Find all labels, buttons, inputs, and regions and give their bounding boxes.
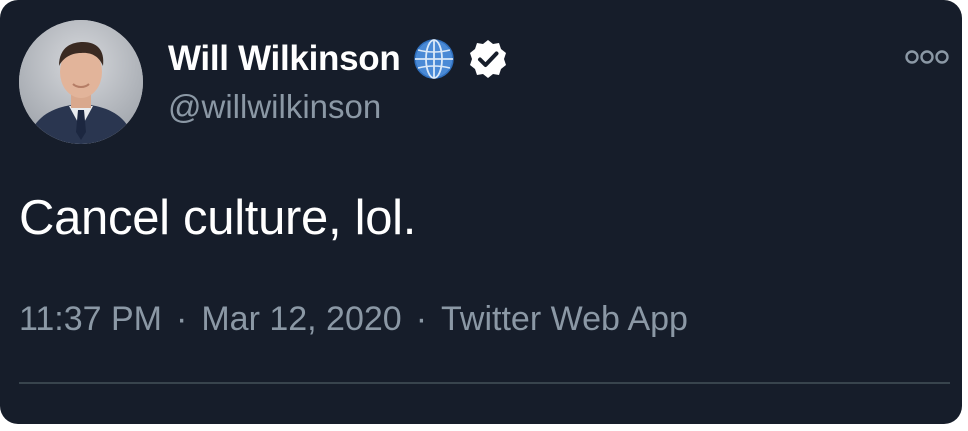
avatar-image: [19, 20, 143, 144]
globe-icon: [412, 37, 456, 81]
verified-icon: [466, 37, 510, 81]
tweet-text: Cancel culture, lol.: [19, 191, 417, 245]
more-options-button[interactable]: [904, 46, 950, 68]
author-handle[interactable]: @willwilkinson: [168, 88, 381, 126]
avatar[interactable]: [19, 20, 143, 144]
author-name-row: Will Wilkinson: [168, 36, 510, 82]
metadata-separator: ·: [415, 300, 428, 338]
tweet-metadata: 11:37 PM · Mar 12, 2020 · Twitter Web Ap…: [19, 300, 688, 339]
more-options-icon: [905, 50, 949, 64]
tweet-time[interactable]: 11:37 PM: [19, 300, 162, 339]
divider: [19, 382, 950, 384]
tweet-card: Will Wilkinson @willwilkinson Cancel cul…: [0, 0, 962, 424]
tweet-source-link[interactable]: Twitter Web App: [441, 300, 688, 339]
tweet-date[interactable]: Mar 12, 2020: [201, 300, 401, 339]
author-display-name[interactable]: Will Wilkinson: [168, 39, 401, 79]
metadata-separator: ·: [176, 300, 188, 338]
